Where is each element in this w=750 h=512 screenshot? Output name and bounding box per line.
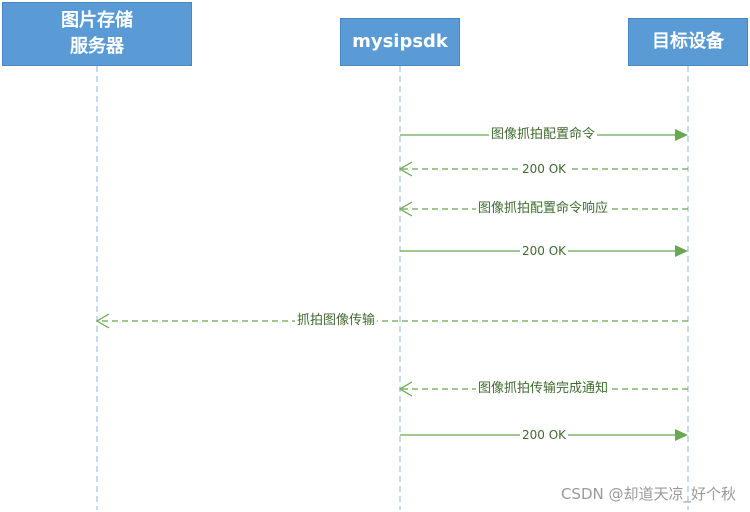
message-label: 200 OK: [519, 161, 569, 177]
message-label: 抓拍图像传输: [294, 313, 378, 329]
arrowhead-filled: [675, 429, 688, 441]
participant-label: mysipsdk: [352, 31, 448, 52]
message-label: 图像抓拍配置命令: [488, 127, 598, 143]
arrowhead-filled: [675, 245, 688, 257]
message-label: 200 OK: [519, 427, 569, 443]
participant-storage-server: 图片存储 服务器: [2, 2, 192, 66]
participant-label: 图片存储 服务器: [61, 10, 133, 57]
participant-label: 目标设备: [652, 31, 724, 52]
message-arrow: [95, 313, 688, 329]
arrowhead-filled: [675, 129, 688, 141]
message-label: 图像抓拍配置命令响应: [475, 201, 611, 217]
participant-target-device: 目标设备: [628, 18, 748, 66]
sequence-diagram: 图片存储 服务器 mysipsdk 目标设备 图像抓拍配置命令 200 OK 图…: [0, 0, 750, 512]
participant-mysipsdk: mysipsdk: [340, 18, 460, 66]
message-label: 图像抓拍传输完成通知: [475, 381, 611, 397]
watermark-text: CSDN @却道天凉_好个秋: [560, 485, 736, 503]
diagram-lines: [95, 66, 689, 510]
message-label: 200 OK: [519, 243, 569, 259]
